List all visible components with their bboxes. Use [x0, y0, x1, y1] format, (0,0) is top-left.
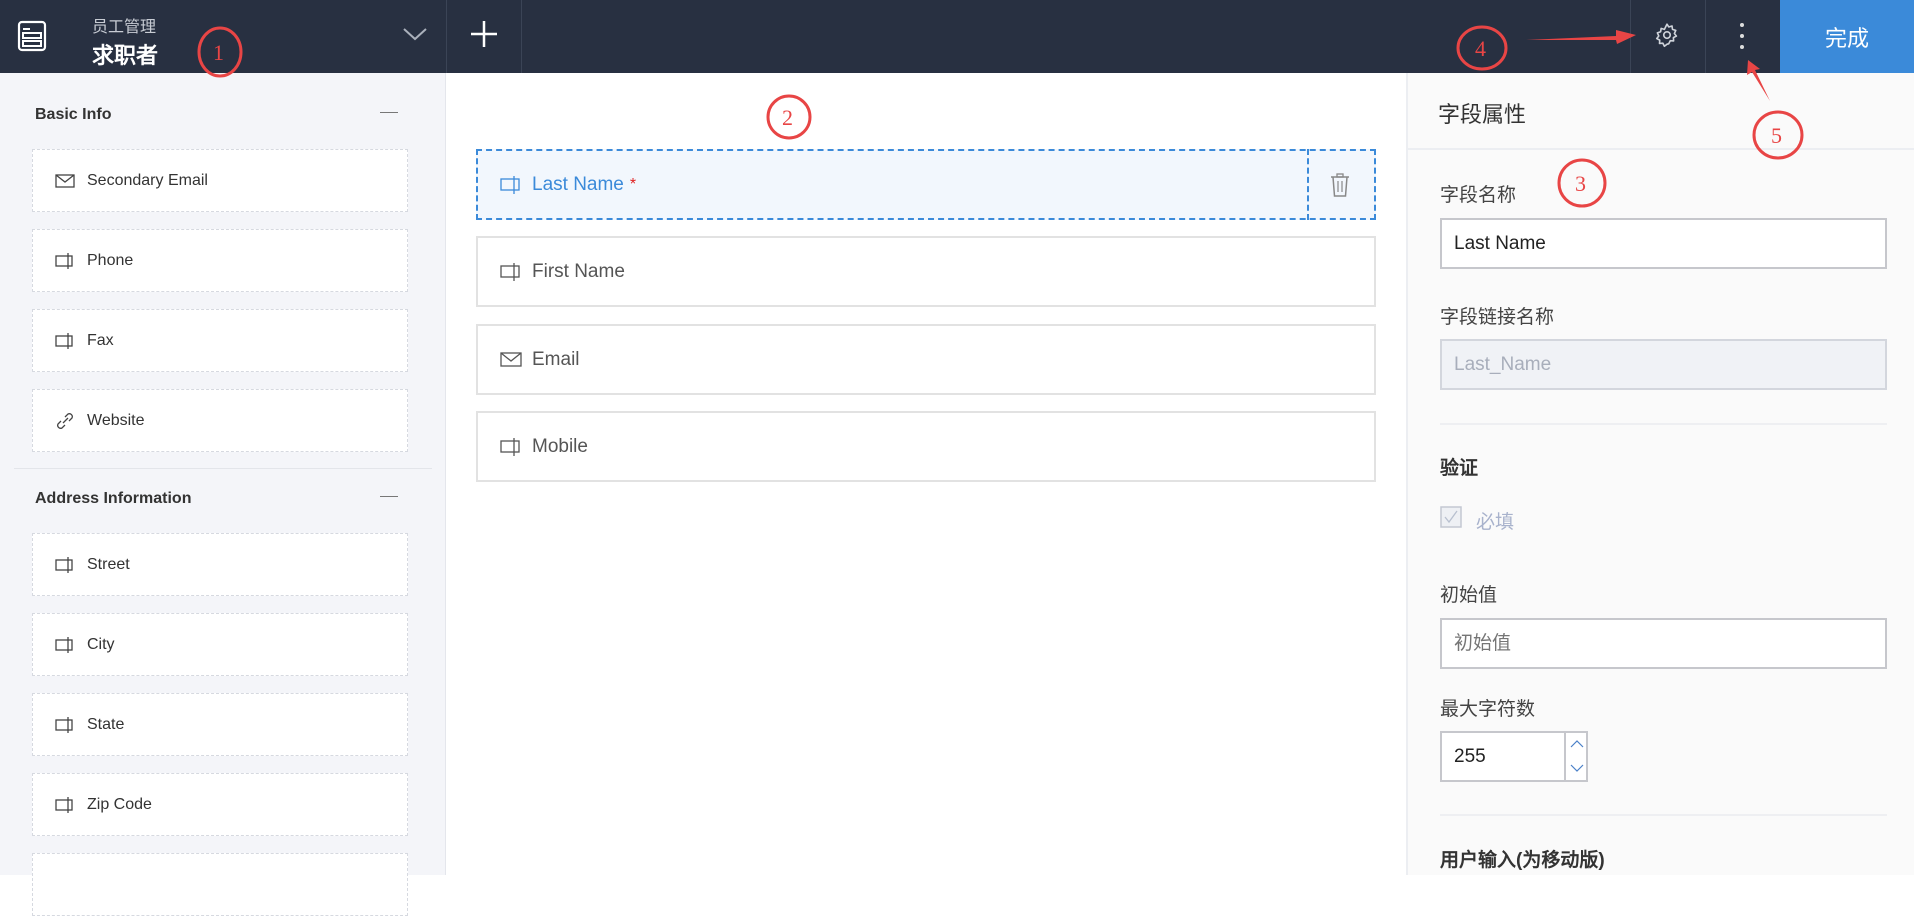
user-input-label: 用户输入(为移动版) [1440, 850, 1605, 871]
text-field-icon [55, 796, 73, 813]
done-button[interactable]: 完成 [1780, 0, 1914, 73]
field-properties-panel: 字段属性 字段名称 Last Name 字段链接名称 Last_Name 验证 … [1406, 73, 1914, 875]
form-name[interactable]: 求职者 [92, 38, 158, 70]
max-chars-label: 最大字符数 [1440, 699, 1536, 720]
add-icon[interactable] [471, 21, 497, 47]
palette-item-secondary-email[interactable]: Secondary Email [32, 149, 408, 212]
annotation-number: 4 [1475, 36, 1486, 61]
palette-item-fax[interactable]: Fax [32, 309, 408, 372]
field-palette-sidebar: Basic Info Secondary Email Phone Fax Web… [0, 73, 446, 916]
initial-value-label: 初始值 [1440, 585, 1498, 606]
more-options-icon[interactable] [1738, 22, 1746, 50]
palette-item-label: Fax [87, 331, 114, 349]
form-field-last-name[interactable]: Last Name * [476, 149, 1376, 220]
link-icon [57, 412, 73, 429]
form-field-mobile[interactable]: Mobile [476, 411, 1376, 482]
palette-item-label: Phone [87, 251, 134, 269]
annotation-number: 2 [782, 105, 793, 130]
field-label: Mobile [532, 435, 588, 457]
palette-item-phone[interactable]: Phone [32, 229, 408, 292]
form-field-first-name[interactable]: First Name [476, 236, 1376, 307]
palette-item-label: Secondary Email [87, 171, 208, 189]
field-name-input[interactable]: Last Name [1440, 218, 1887, 269]
gear-icon[interactable] [1654, 22, 1680, 48]
link-name-input: Last_Name [1440, 339, 1887, 390]
palette-item-label: State [87, 715, 125, 733]
text-field-icon [55, 716, 73, 733]
collapse-icon[interactable] [380, 112, 398, 113]
palette-item-website[interactable]: Website [32, 389, 408, 452]
annotation-number: 1 [213, 40, 224, 65]
form-field-email[interactable]: Email [476, 324, 1376, 395]
text-field-icon [500, 437, 520, 456]
annotation-number: 3 [1575, 171, 1586, 196]
annotation-number: 5 [1771, 123, 1782, 148]
initial-value-input[interactable] [1440, 618, 1887, 669]
text-field-icon [55, 252, 73, 269]
section-divider [14, 468, 432, 469]
field-label: Last Name [532, 173, 624, 195]
decrement-icon[interactable] [1570, 764, 1584, 773]
field-name-label: 字段名称 [1440, 185, 1517, 206]
app-name: 员工管理 [92, 19, 157, 36]
palette-item-label: Website [87, 411, 145, 429]
trash-icon[interactable] [1330, 173, 1350, 197]
section-title-address-information: Address Information [35, 490, 192, 507]
required-marker: * [629, 175, 637, 193]
mail-icon [500, 351, 522, 367]
palette-item-label: City [87, 635, 115, 653]
panel-title: 字段属性 [1438, 102, 1527, 127]
field-label: Email [532, 348, 580, 370]
palette-item-label: Zip Code [87, 795, 152, 813]
palette-item-city[interactable]: City [32, 613, 408, 676]
palette-item-zip-code[interactable]: Zip Code [32, 773, 408, 836]
increment-icon[interactable] [1570, 739, 1584, 748]
chevron-down-icon[interactable] [402, 26, 428, 42]
text-field-icon [500, 175, 520, 194]
palette-item-partial[interactable] [32, 853, 408, 916]
text-field-icon [55, 332, 73, 349]
top-bar: 员工管理 求职者 完成 [0, 0, 1914, 73]
palette-item-state[interactable]: State [32, 693, 408, 756]
palette-item-label: Street [87, 555, 130, 573]
text-field-icon [55, 556, 73, 573]
link-name-label: 字段链接名称 [1440, 307, 1555, 328]
max-chars-stepper[interactable]: 255 [1440, 731, 1588, 782]
form-icon [17, 20, 47, 52]
text-field-icon [500, 262, 520, 281]
field-label: First Name [532, 260, 625, 282]
text-field-icon [55, 636, 73, 653]
max-chars-value: 255 [1454, 745, 1486, 767]
mail-icon [55, 173, 75, 188]
palette-item-street[interactable]: Street [32, 533, 408, 596]
divider [1408, 148, 1914, 150]
required-label: 必填 [1476, 512, 1515, 533]
required-checkbox[interactable] [1440, 506, 1462, 528]
validation-label: 验证 [1440, 458, 1479, 479]
collapse-icon[interactable] [380, 496, 398, 497]
field-divider [1307, 149, 1309, 220]
section-title-basic-info: Basic Info [35, 106, 112, 123]
